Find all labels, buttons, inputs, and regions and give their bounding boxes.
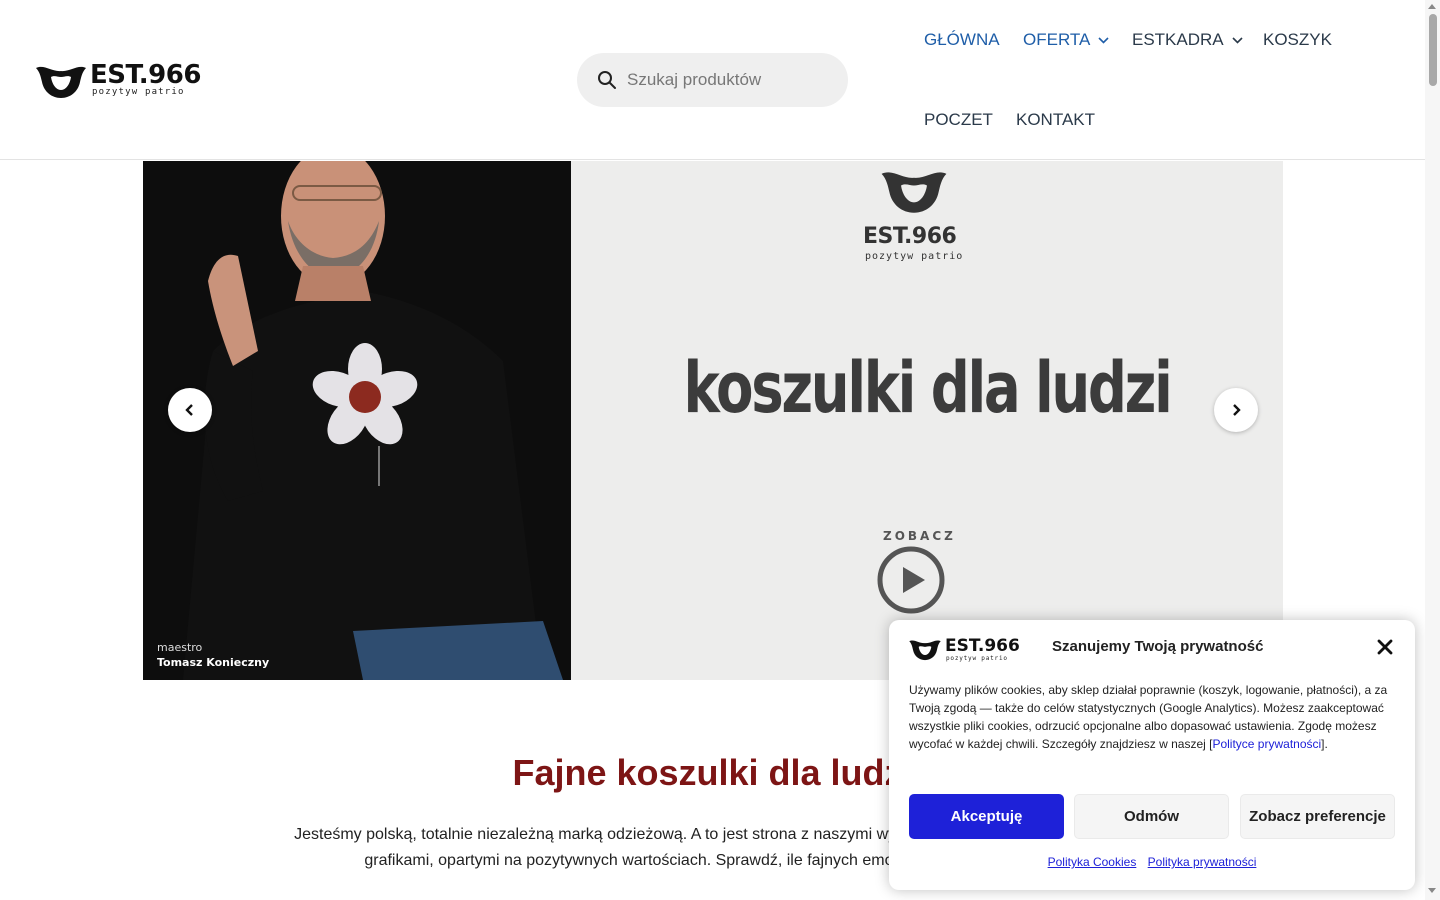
hero-banner: EST.966 pozytyw patrio koszulki dla ludz… [571,161,1283,680]
nav-item-label: KONTAKT [1016,110,1096,129]
logo-subtext: pozytyw patrio [92,87,185,97]
nav-item-poczet[interactable]: POCZET [924,110,993,130]
banner-brand-subtext: pozytyw patrio [865,251,964,262]
hero-slider: maestro Tomasz Konieczny EST.966 pozytyw… [143,161,1283,680]
nav-item-koszyk[interactable]: KOSZYK [1263,30,1332,50]
cookie-policy-link[interactable]: Polityka Cookies [1048,855,1137,869]
search-input[interactable] [627,53,837,107]
brand-mask-icon [909,640,941,661]
nav-item-oferta[interactable]: OFERTA [1023,30,1109,50]
cookie-dialog-logo: EST.966 pozytyw patrio [908,635,1020,663]
photo-caption-name: Tomasz Konieczny [157,656,270,669]
search-box[interactable] [577,53,848,107]
slider-next-button[interactable] [1214,388,1258,432]
cookie-dialog-text: Używamy plików cookies, aby sklep działa… [909,681,1395,753]
chevron-down-icon [1232,36,1243,44]
brand-mask-icon [36,66,86,98]
hero-headline: koszulki dla ludzi [683,347,1173,429]
nav-item-label: KOSZYK [1263,30,1332,49]
cookie-text-end: ]. [1321,737,1328,751]
cookie-preferences-button[interactable]: Zobacz preferencje [1240,794,1395,839]
reject-cookies-button[interactable]: Odmów [1074,794,1229,839]
brand-mask-icon [881,172,947,213]
nav-item-estkadra[interactable]: ESTKADRA [1132,30,1243,50]
chevron-left-icon [185,404,193,416]
nav-item-label: OFERTA [1023,30,1091,49]
photo-caption-role: maestro [157,641,203,654]
nav-item-glowna[interactable]: GŁÓWNA [924,30,1000,50]
scroll-down-arrow[interactable] [1428,888,1436,893]
scrollbar-thumb[interactable] [1429,14,1437,86]
nav-item-label: POCZET [924,110,993,129]
site-header: EST.966 pozytyw patrio GŁÓWNA OFERTA EST… [0,0,1425,160]
banner-brand-text: EST.966 [863,224,957,249]
cookie-logo-subtext: pozytyw patrio [946,655,1008,662]
site-logo[interactable]: EST.966 pozytyw patrio [34,60,201,102]
scroll-up-arrow[interactable] [1428,4,1436,9]
watch-video-button[interactable]: ZOBACZ [871,521,953,621]
cookie-logo-text: EST.966 [945,636,1020,656]
cookie-dialog-links: Polityka Cookies Polityka prywatności [889,855,1415,869]
close-icon[interactable] [1376,638,1394,656]
chevron-right-icon [1233,404,1241,416]
nav-item-label: ESTKADRA [1132,30,1224,49]
search-icon[interactable] [597,70,617,90]
slider-prev-button[interactable] [168,388,212,432]
nav-item-kontakt[interactable]: KONTAKT [1016,110,1095,130]
cookie-dialog-title: Szanujemy Twoją prywatność [1052,638,1264,655]
play-icon [877,546,945,614]
chevron-down-icon [1098,36,1109,44]
nav-item-label: GŁÓWNA [924,30,1000,49]
page-scrollbar[interactable] [1425,0,1440,900]
privacy-policy-inline-link[interactable]: Polityce prywatności [1212,737,1321,751]
privacy-policy-link[interactable]: Polityka prywatności [1148,855,1257,869]
accept-cookies-button[interactable]: Akceptuję [909,794,1064,839]
cookie-consent-dialog: EST.966 pozytyw patrio Szanujemy Twoją p… [889,620,1415,890]
logo-text: EST.966 [90,60,201,90]
